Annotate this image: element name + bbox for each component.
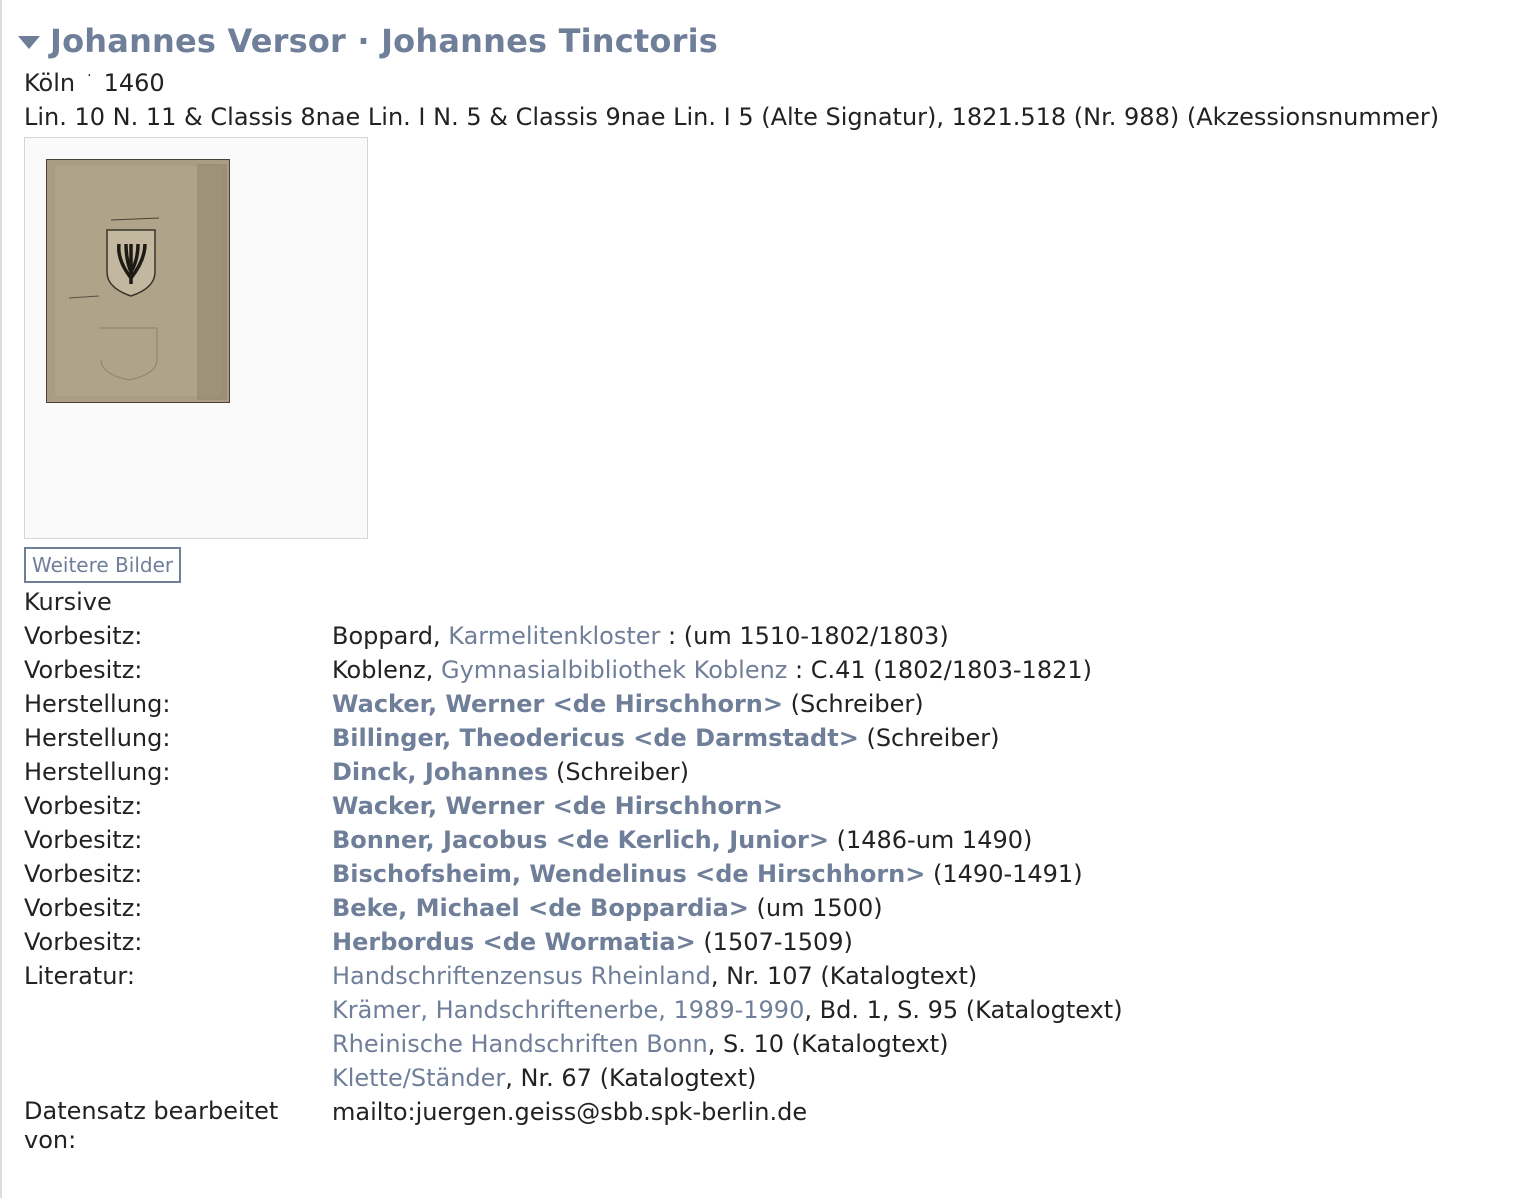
field-label: Herstellung: (24, 724, 171, 752)
role-text: (um 1500) (748, 894, 883, 922)
person-row: Vorbesitz: Wacker, Werner <de Hirschhorn… (24, 789, 1514, 823)
shelfmark-line: Lin. 10 N. 11 & Classis 8nae Lin. I N. 5… (24, 103, 1440, 131)
person-row: Vorbesitz: Bonner, Jacobus <de Kerlich, … (24, 823, 1514, 857)
person-link[interactable]: Wacker, Werner <de Hirschhorn> (332, 690, 783, 718)
role-text: (1486-um 1490) (828, 826, 1033, 854)
field-label: Vorbesitz: (24, 656, 143, 684)
person-link[interactable]: Wacker, Werner <de Hirschhorn> (332, 792, 783, 820)
field-value: Wacker, Werner <de Hirschhorn> (332, 789, 1514, 823)
literature-row: Literatur: Handschriftenzensus Rheinland… (24, 959, 1514, 993)
field-label: Literatur: (24, 962, 135, 990)
role-text: (1490-1491) (925, 860, 1083, 888)
left-border (0, 0, 2, 1198)
citation-text: , Nr. 67 (Katalogtext) (505, 1064, 757, 1092)
institution-link[interactable]: Karmelitenkloster (448, 622, 660, 650)
field-label: Herstellung: (24, 758, 171, 786)
origin-line: Köln · 1460 (24, 66, 1514, 100)
image-frame (24, 137, 368, 539)
field-label: Vorbesitz: (24, 860, 143, 888)
literature-row: Krämer, Handschriftenerbe, 1989-1990, Bd… (24, 993, 1514, 1027)
edited-by-row: Datensatz bearbeitet von: mailto:juergen… (24, 1095, 1514, 1155)
person-link[interactable]: Billinger, Theodericus <de Darmstadt> (332, 724, 859, 752)
person-row: Herstellung: Billinger, Theodericus <de … (24, 721, 1514, 755)
value-text: : (um 1510-1802/1803) (660, 622, 949, 650)
literature-link[interactable]: Handschriftenzensus Rheinland (332, 962, 711, 990)
literature-link[interactable]: Krämer, Handschriftenerbe, 1989-1990 (332, 996, 804, 1024)
field-label: Vorbesitz: (24, 622, 143, 650)
role-text: (Schreiber) (548, 758, 689, 786)
record-header[interactable]: Johannes Versor · Johannes Tinctoris (18, 18, 1514, 64)
person-link[interactable]: Dinck, Johannes (332, 758, 548, 786)
institution-link[interactable]: Gymnasialbibliothek Koblenz (441, 656, 787, 684)
field-value: Koblenz, Gymnasialbibliothek Koblenz : C… (332, 653, 1514, 687)
field-label-empty (24, 993, 332, 1027)
field-value: Rheinische Handschriften Bonn, S. 10 (Ka… (332, 1027, 1514, 1061)
field-value: Beke, Michael <de Boppardia> (um 1500) (332, 891, 1514, 925)
origin-place: Köln (24, 69, 76, 97)
person-row: Vorbesitz: Herbordus <de Wormatia> (1507… (24, 925, 1514, 959)
value-text: Boppard, (332, 622, 449, 650)
citation-text: , S. 10 (Katalogtext) (707, 1030, 949, 1058)
field-label: Datensatz bearbeitet von: (24, 1097, 279, 1154)
value-text: : C.41 (1802/1803-1821) (787, 656, 1092, 684)
role-text: (1507-1509) (695, 928, 853, 956)
field-value: Wacker, Werner <de Hirschhorn> (Schreibe… (332, 687, 1514, 721)
field-label: Vorbesitz: (24, 826, 143, 854)
literature-link[interactable]: Klette/Ständer (332, 1064, 505, 1092)
citation-text: , Nr. 107 (Katalogtext) (710, 962, 978, 990)
record-panel: Johannes Versor · Johannes Tinctoris Köl… (18, 18, 1514, 1155)
value-text: Koblenz, (332, 656, 441, 684)
coat-of-arms-image (47, 160, 229, 402)
field-label: Herstellung: (24, 690, 171, 718)
role-text: (Schreiber) (858, 724, 1000, 752)
person-row: Herstellung: Dinck, Johannes (Schreiber) (24, 755, 1514, 789)
person-row: Vorbesitz: Beke, Michael <de Boppardia> … (24, 891, 1514, 925)
person-row: Herstellung: Wacker, Werner <de Hirschho… (24, 687, 1514, 721)
collapse-triangle-icon[interactable] (18, 35, 40, 49)
person-link[interactable]: Bischofsheim, Wendelinus <de Hirschhorn> (332, 860, 925, 888)
origin-year: 1460 (103, 69, 165, 97)
more-images-button[interactable]: Weitere Bilder (24, 547, 182, 583)
role-text: (Schreiber) (782, 690, 924, 718)
field-label-empty (24, 1061, 332, 1095)
field-value: Krämer, Handschriftenerbe, 1989-1990, Bd… (332, 993, 1514, 1027)
field-label: Vorbesitz: (24, 894, 143, 922)
field-label: Vorbesitz: (24, 928, 143, 956)
field-value: Handschriftenzensus Rheinland, Nr. 107 (… (332, 959, 1514, 993)
record-title: Johannes Versor · Johannes Tinctoris (50, 22, 719, 60)
field-value: Dinck, Johannes (Schreiber) (332, 755, 1514, 789)
person-link[interactable]: Bonner, Jacobus <de Kerlich, Junior> (332, 826, 829, 854)
field-value: Billinger, Theodericus <de Darmstadt> (S… (332, 721, 1514, 755)
manuscript-thumbnail[interactable] (46, 159, 230, 403)
citation-text: , Bd. 1, S. 95 (Katalogtext) (804, 996, 1123, 1024)
field-value: Boppard, Karmelitenkloster : (um 1510-18… (332, 619, 1514, 653)
field-value: Bonner, Jacobus <de Kerlich, Junior> (14… (332, 823, 1514, 857)
field-value: Klette/Ständer, Nr. 67 (Katalogtext) (332, 1061, 1514, 1095)
provenance-row: Vorbesitz: Boppard, Karmelitenkloster : … (24, 619, 1514, 653)
field-label-empty (24, 1027, 332, 1061)
literature-row: Rheinische Handschriften Bonn, S. 10 (Ka… (24, 1027, 1514, 1061)
person-row: Vorbesitz: Bischofsheim, Wendelinus <de … (24, 857, 1514, 891)
provenance-row: Vorbesitz: Koblenz, Gymnasialbibliothek … (24, 653, 1514, 687)
field-label: Vorbesitz: (24, 792, 143, 820)
script-type: Kursive (24, 588, 112, 616)
origin-separator: · (87, 68, 92, 84)
person-link[interactable]: Herbordus <de Wormatia> (332, 928, 696, 956)
field-value: Herbordus <de Wormatia> (1507-1509) (332, 925, 1514, 959)
editor-contact: mailto:juergen.geiss@sbb.spk-berlin.de (332, 1098, 808, 1126)
literature-link[interactable]: Rheinische Handschriften Bonn (332, 1030, 708, 1058)
literature-row: Klette/Ständer, Nr. 67 (Katalogtext) (24, 1061, 1514, 1095)
person-link[interactable]: Beke, Michael <de Boppardia> (332, 894, 749, 922)
field-value: Bischofsheim, Wendelinus <de Hirschhorn>… (332, 857, 1514, 891)
